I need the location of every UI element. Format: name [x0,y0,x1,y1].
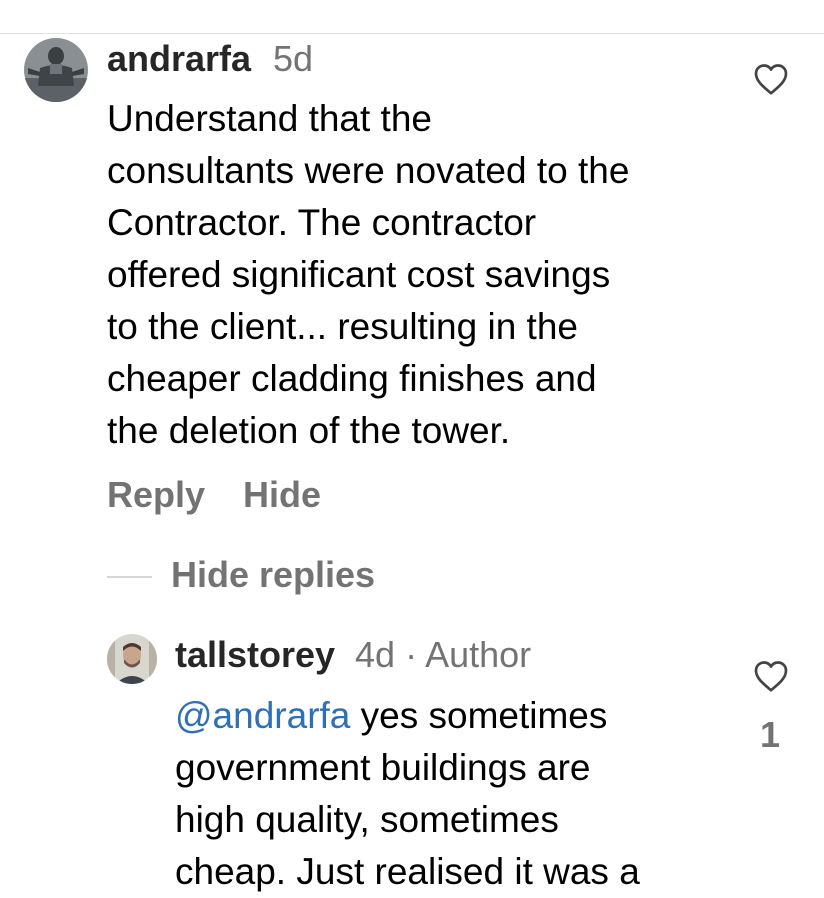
statue-avatar-icon [24,38,88,102]
avatar[interactable] [24,38,88,102]
mention-link[interactable]: @andrarfa [175,695,350,736]
like-count: 1 [760,714,781,755]
reply-first-line: @andrarfa yes sometimes [175,690,735,742]
reply-text: government buildings are high quality, s… [175,747,640,892]
hide-button[interactable]: Hide [243,474,321,516]
reply-time-value: 4d [355,634,396,675]
comment-username[interactable]: andrarfa [107,38,251,80]
reply-time: 4d · Author [355,634,531,676]
heart-outline-icon[interactable] [753,659,789,693]
author-badge: Author [425,634,532,675]
thread-line [107,576,152,578]
person-avatar-icon [107,634,157,684]
reply-username[interactable]: tallstorey [175,634,335,676]
page-title: Comments [0,0,824,9]
hide-replies-button[interactable]: Hide replies [171,554,375,596]
meta-separator: · [405,634,418,675]
avatar[interactable] [107,634,157,684]
reply-text-start: yes sometimes [350,695,608,736]
comment-time: 5d [273,38,314,79]
comment-text: Understand that the consultants were nov… [107,98,630,451]
header-divider [0,33,824,34]
heart-outline-icon[interactable] [753,62,789,96]
reply-button[interactable]: Reply [107,474,205,516]
